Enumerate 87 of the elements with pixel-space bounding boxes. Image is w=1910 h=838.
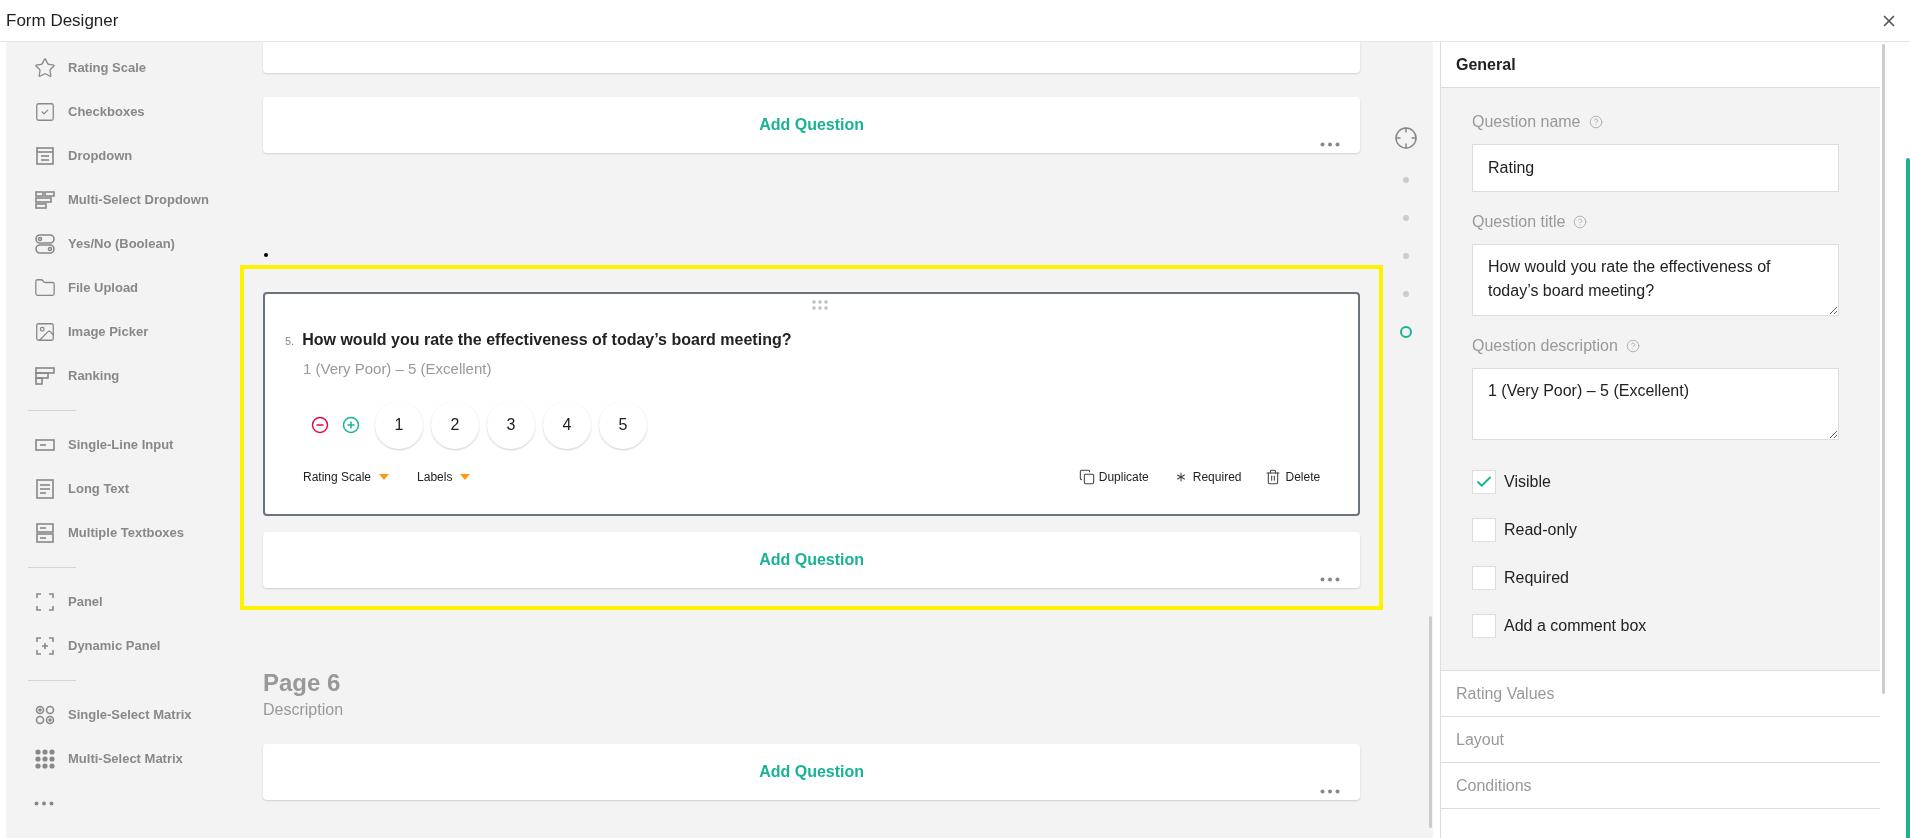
section-header[interactable]: Layout xyxy=(1441,717,1880,763)
toolbox-item[interactable]: Multi-Select Dropdown xyxy=(34,178,240,222)
checkbox[interactable] xyxy=(1472,566,1496,590)
radio-grid-icon xyxy=(34,704,56,726)
toolbox-item[interactable]: Single-Select Matrix xyxy=(34,693,240,737)
question-number: 5. xyxy=(285,334,295,349)
text-lines-icon xyxy=(34,478,56,500)
toggle-icon xyxy=(34,233,56,255)
section-header[interactable]: Conditions xyxy=(1441,763,1880,809)
toolbox-item[interactable]: Ranking xyxy=(34,354,240,398)
rating-option[interactable]: 2 xyxy=(431,400,479,449)
toolbox-item[interactable]: Checkboxes xyxy=(34,90,240,134)
add-circle-icon[interactable] xyxy=(342,415,360,434)
action-button[interactable]: Duplicate xyxy=(1078,467,1149,486)
multi-list-icon xyxy=(34,189,56,211)
toolbox-item[interactable]: Multi-Select Matrix xyxy=(34,737,240,781)
caret-icon xyxy=(460,473,471,480)
drag-handle-icon[interactable] xyxy=(811,300,828,310)
scrollbar-thumb[interactable] xyxy=(1429,616,1432,828)
page-description[interactable]: Description xyxy=(263,698,1361,722)
caret-icon xyxy=(379,473,390,480)
dropdown-menu[interactable]: Labels xyxy=(417,467,471,486)
rating-option[interactable]: 1 xyxy=(375,400,423,449)
more-dots-icon[interactable] xyxy=(1320,142,1341,147)
remove-circle-icon[interactable] xyxy=(311,415,329,434)
toolbox-item[interactable]: Yes/No (Boolean) xyxy=(34,222,240,266)
toolbox-item[interactable]: Panel xyxy=(34,580,240,624)
stacked-inputs-icon xyxy=(34,522,56,544)
toolbox-item[interactable]: Rating Scale xyxy=(34,46,240,90)
field-label: Question title xyxy=(1472,212,1566,232)
add-question-button[interactable]: Add Question xyxy=(759,760,865,784)
help-icon[interactable] xyxy=(1588,115,1603,129)
folder-icon xyxy=(34,277,56,299)
add-question-button[interactable]: Add Question xyxy=(759,113,865,137)
ranking-icon xyxy=(34,365,56,387)
text-area[interactable]: How would you rate the effectiveness of today’s board meeting? xyxy=(1472,244,1839,316)
rating-option[interactable]: 3 xyxy=(487,400,535,449)
text-area[interactable]: 1 (Very Poor) – 5 (Excellent) xyxy=(1472,368,1839,440)
scrollbar-thumb[interactable] xyxy=(1882,44,1885,694)
checkbox[interactable] xyxy=(1472,614,1496,638)
page-marker[interactable] xyxy=(1403,177,1410,183)
checkbox-label[interactable]: Required xyxy=(1504,566,1569,590)
checkbox-label[interactable]: Visible xyxy=(1504,470,1551,494)
more-dots-icon[interactable] xyxy=(1320,789,1341,794)
toolbox-item[interactable]: Dropdown xyxy=(34,134,240,178)
frame-plus-icon xyxy=(34,635,56,657)
checkbox-icon xyxy=(34,101,56,123)
action-button[interactable]: Required xyxy=(1172,467,1242,486)
copy-icon xyxy=(1078,468,1095,485)
dot-grid-icon xyxy=(34,748,56,770)
checkbox[interactable] xyxy=(1472,470,1496,494)
page-marker[interactable] xyxy=(1403,253,1410,259)
toolbox-item[interactable]: File Upload xyxy=(34,266,240,310)
page-marker[interactable] xyxy=(1403,291,1410,297)
question-title[interactable]: How would you rate the effectiveness of today’s board meeting? xyxy=(302,328,792,352)
toolbox-item[interactable]: Dynamic Panel xyxy=(34,624,240,668)
trash-icon xyxy=(1265,468,1282,485)
crosshair-icon[interactable] xyxy=(1394,126,1419,150)
checkbox-label[interactable]: Add a comment box xyxy=(1504,614,1647,638)
toolbox-item[interactable]: Image Picker xyxy=(34,310,240,354)
more-tools-icon[interactable] xyxy=(34,800,54,806)
field-label: Question name xyxy=(1472,112,1581,132)
section-header[interactable]: Rating Values xyxy=(1441,671,1880,717)
dashed-frame-icon xyxy=(34,591,56,613)
rating-option[interactable]: 5 xyxy=(599,400,647,449)
more-dots-icon[interactable] xyxy=(1320,577,1341,582)
page-title[interactable]: Page 6 xyxy=(263,668,1361,698)
star-icon xyxy=(34,57,56,79)
image-icon xyxy=(34,321,56,343)
help-icon[interactable] xyxy=(1625,339,1640,353)
page-marker[interactable] xyxy=(1403,215,1410,221)
field-label: Question description xyxy=(1472,336,1618,356)
toolbox-item[interactable]: Single-Line Input xyxy=(34,423,240,467)
rating-option[interactable]: 4 xyxy=(543,400,591,449)
add-question-button[interactable]: Add Question xyxy=(759,548,865,572)
window-title: Form Designer xyxy=(6,9,119,32)
toolbox-item[interactable]: Multiple Textboxes xyxy=(34,511,240,555)
checkbox-label[interactable]: Read-only xyxy=(1504,518,1577,542)
help-icon[interactable] xyxy=(1573,215,1588,229)
question-description[interactable]: 1 (Very Poor) – 5 (Excellent) xyxy=(303,358,1321,381)
input-field[interactable]: Rating xyxy=(1472,144,1839,192)
action-button[interactable]: Delete xyxy=(1265,467,1321,486)
current-page-marker[interactable] xyxy=(1400,326,1413,338)
list-box-icon xyxy=(34,145,56,167)
dropdown-menu[interactable]: Rating Scale xyxy=(303,467,390,486)
toolbox-item[interactable]: Long Text xyxy=(34,467,240,511)
checkbox[interactable] xyxy=(1472,518,1496,542)
